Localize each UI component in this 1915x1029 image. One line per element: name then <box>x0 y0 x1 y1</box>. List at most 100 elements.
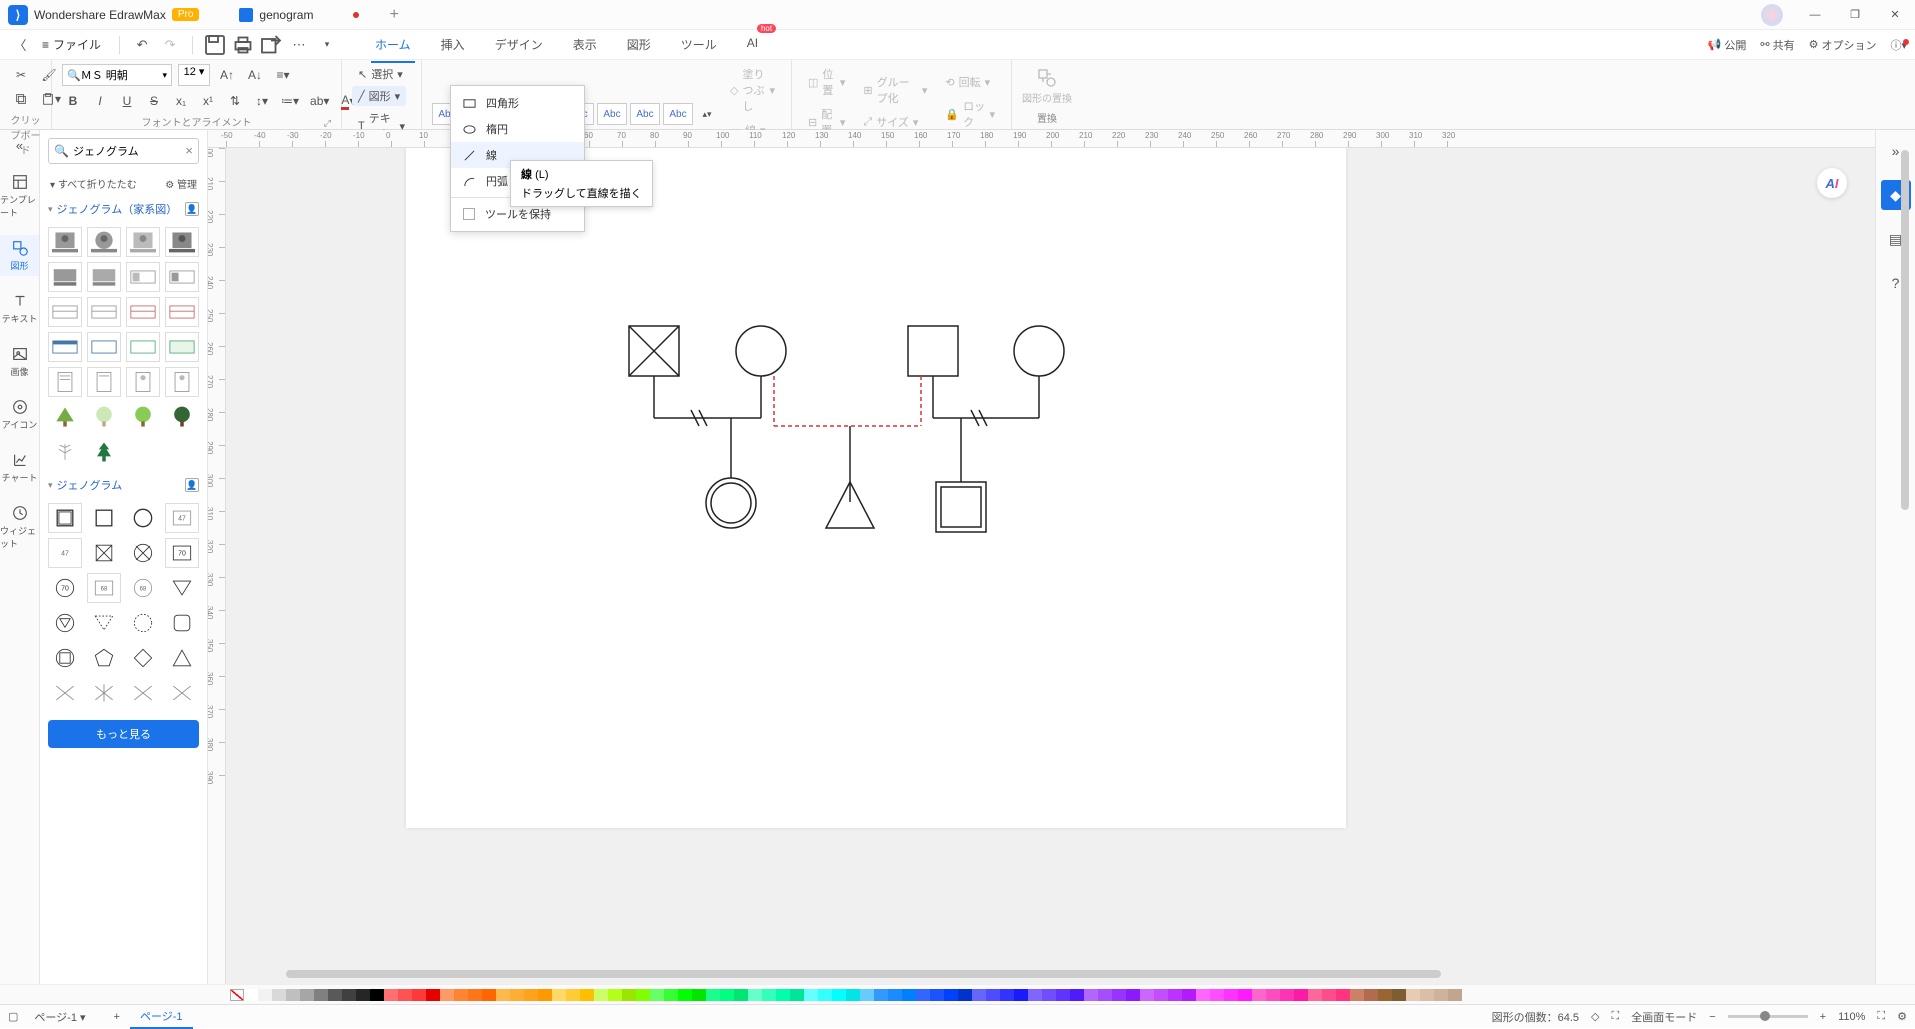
rail-widget[interactable]: ウィジェット <box>0 500 39 554</box>
color-swatch[interactable] <box>1364 989 1378 1001</box>
color-swatch[interactable] <box>832 989 846 1001</box>
scrollbar-vertical[interactable] <box>1901 150 1911 550</box>
shape-tree[interactable] <box>126 402 160 432</box>
shape-tree[interactable] <box>87 437 121 467</box>
size-button[interactable]: ⤢ サイズ ▾ <box>857 112 933 132</box>
zoom-in[interactable]: + <box>1820 1011 1826 1023</box>
color-swatch[interactable] <box>440 989 454 1001</box>
color-swatch[interactable] <box>1406 989 1420 1001</box>
color-swatch[interactable] <box>1084 989 1098 1001</box>
save-button[interactable] <box>203 33 227 57</box>
color-swatch[interactable] <box>846 989 860 1001</box>
color-swatch[interactable] <box>706 989 720 1001</box>
cut-button[interactable]: ✂ <box>10 64 32 86</box>
shape-rounded-sq[interactable] <box>165 608 199 638</box>
color-swatch[interactable] <box>1196 989 1210 1001</box>
tab-design[interactable]: デザイン <box>491 30 547 59</box>
shape-tri-dashed[interactable] <box>87 608 121 638</box>
close-button[interactable]: ✕ <box>1875 0 1915 30</box>
share-button[interactable]: ⚯ 共有 <box>1760 37 1794 53</box>
shape-item[interactable] <box>126 332 160 362</box>
color-swatch[interactable] <box>1378 989 1392 1001</box>
shape-item[interactable] <box>48 297 82 327</box>
fit-page[interactable]: ⛶ <box>1877 1010 1885 1023</box>
no-color[interactable] <box>230 989 244 1001</box>
shape-item[interactable] <box>87 367 121 397</box>
shape-age-70[interactable]: 70 <box>165 538 199 568</box>
shape-male-simple[interactable] <box>87 503 121 533</box>
strike-button[interactable]: S <box>143 90 165 112</box>
publish-button[interactable]: 📢 公開 <box>1708 37 1747 53</box>
shape-x3[interactable] <box>126 678 160 708</box>
subscript-button[interactable]: x₁ <box>170 90 192 112</box>
fullscreen-button[interactable]: 全画面モード <box>1631 1009 1697 1025</box>
print-button[interactable] <box>231 33 255 57</box>
user-avatar[interactable] <box>1761 4 1783 26</box>
case-button[interactable]: ab▾ <box>307 90 332 112</box>
back-button[interactable]: 〈 <box>8 35 32 54</box>
shape-item[interactable] <box>126 367 160 397</box>
shape-item[interactable] <box>165 332 199 362</box>
color-swatch[interactable] <box>678 989 692 1001</box>
shape-item[interactable] <box>87 262 121 292</box>
color-swatch[interactable] <box>1420 989 1434 1001</box>
color-swatch[interactable] <box>398 989 412 1001</box>
shape-item[interactable] <box>48 332 82 362</box>
line-height-button[interactable]: ⇅ <box>224 90 246 112</box>
color-swatch[interactable] <box>1210 989 1224 1001</box>
color-swatch[interactable] <box>468 989 482 1001</box>
color-swatch[interactable] <box>1182 989 1196 1001</box>
color-swatch[interactable] <box>664 989 678 1001</box>
color-swatch[interactable] <box>1266 989 1280 1001</box>
redo-button[interactable]: ↷ <box>158 33 182 57</box>
shape-68c[interactable]: 68 <box>126 573 160 603</box>
color-swatch[interactable] <box>776 989 790 1001</box>
bold-button[interactable]: B <box>62 90 84 112</box>
color-swatch[interactable] <box>1350 989 1364 1001</box>
shape-x4[interactable] <box>165 678 199 708</box>
style-preset[interactable]: Abc <box>630 103 660 125</box>
color-swatch[interactable] <box>902 989 916 1001</box>
color-swatch[interactable] <box>804 989 818 1001</box>
color-swatch[interactable] <box>986 989 1000 1001</box>
shape-item[interactable] <box>126 297 160 327</box>
color-swatch[interactable] <box>1224 989 1238 1001</box>
shape-male[interactable] <box>48 503 82 533</box>
shape-tree[interactable] <box>165 402 199 432</box>
color-swatch[interactable] <box>384 989 398 1001</box>
color-swatch[interactable] <box>944 989 958 1001</box>
style-more[interactable]: ▴▾ <box>696 103 718 125</box>
color-swatch[interactable] <box>1112 989 1126 1001</box>
tab-insert[interactable]: 挿入 <box>437 30 469 59</box>
shape-diamond[interactable] <box>126 643 160 673</box>
color-swatch[interactable] <box>496 989 510 1001</box>
fit-icon[interactable]: ⛶ <box>1612 1010 1620 1023</box>
color-swatch[interactable] <box>916 989 930 1001</box>
shape-x1[interactable] <box>48 678 82 708</box>
tab-tools[interactable]: ツール <box>677 30 721 59</box>
shape-pentagon[interactable] <box>87 643 121 673</box>
color-swatch[interactable] <box>692 989 706 1001</box>
color-swatch[interactable] <box>328 989 342 1001</box>
color-swatch[interactable] <box>1280 989 1294 1001</box>
shape-item[interactable] <box>165 262 199 292</box>
rotate-button[interactable]: ⟲ 回転 ▾ <box>939 72 1001 92</box>
section-genogram[interactable]: ▾ジェノグラム 👤 <box>40 471 207 499</box>
zoom-out[interactable]: − <box>1709 1011 1715 1023</box>
color-swatch[interactable] <box>356 989 370 1001</box>
color-swatch[interactable] <box>1014 989 1028 1001</box>
zoom-slider[interactable] <box>1728 1015 1808 1018</box>
align-button[interactable]: ≡▾ <box>272 64 294 86</box>
lock-button[interactable]: 🔒 ロック ▾ <box>939 96 1001 132</box>
rail-text[interactable]: テキスト <box>0 288 39 329</box>
fill-button[interactable]: ◇ 塗りつぶし ▾ <box>724 64 781 116</box>
color-swatch[interactable] <box>1154 989 1168 1001</box>
scrollbar-horizontal[interactable] <box>286 970 1695 980</box>
color-swatch[interactable] <box>734 989 748 1001</box>
shape-item[interactable] <box>165 227 199 257</box>
color-swatch[interactable] <box>482 989 496 1001</box>
color-swatch[interactable] <box>958 989 972 1001</box>
tab-view[interactable]: 表示 <box>569 30 601 59</box>
shape-68[interactable]: 68 <box>87 573 121 603</box>
color-swatch[interactable] <box>258 989 272 1001</box>
